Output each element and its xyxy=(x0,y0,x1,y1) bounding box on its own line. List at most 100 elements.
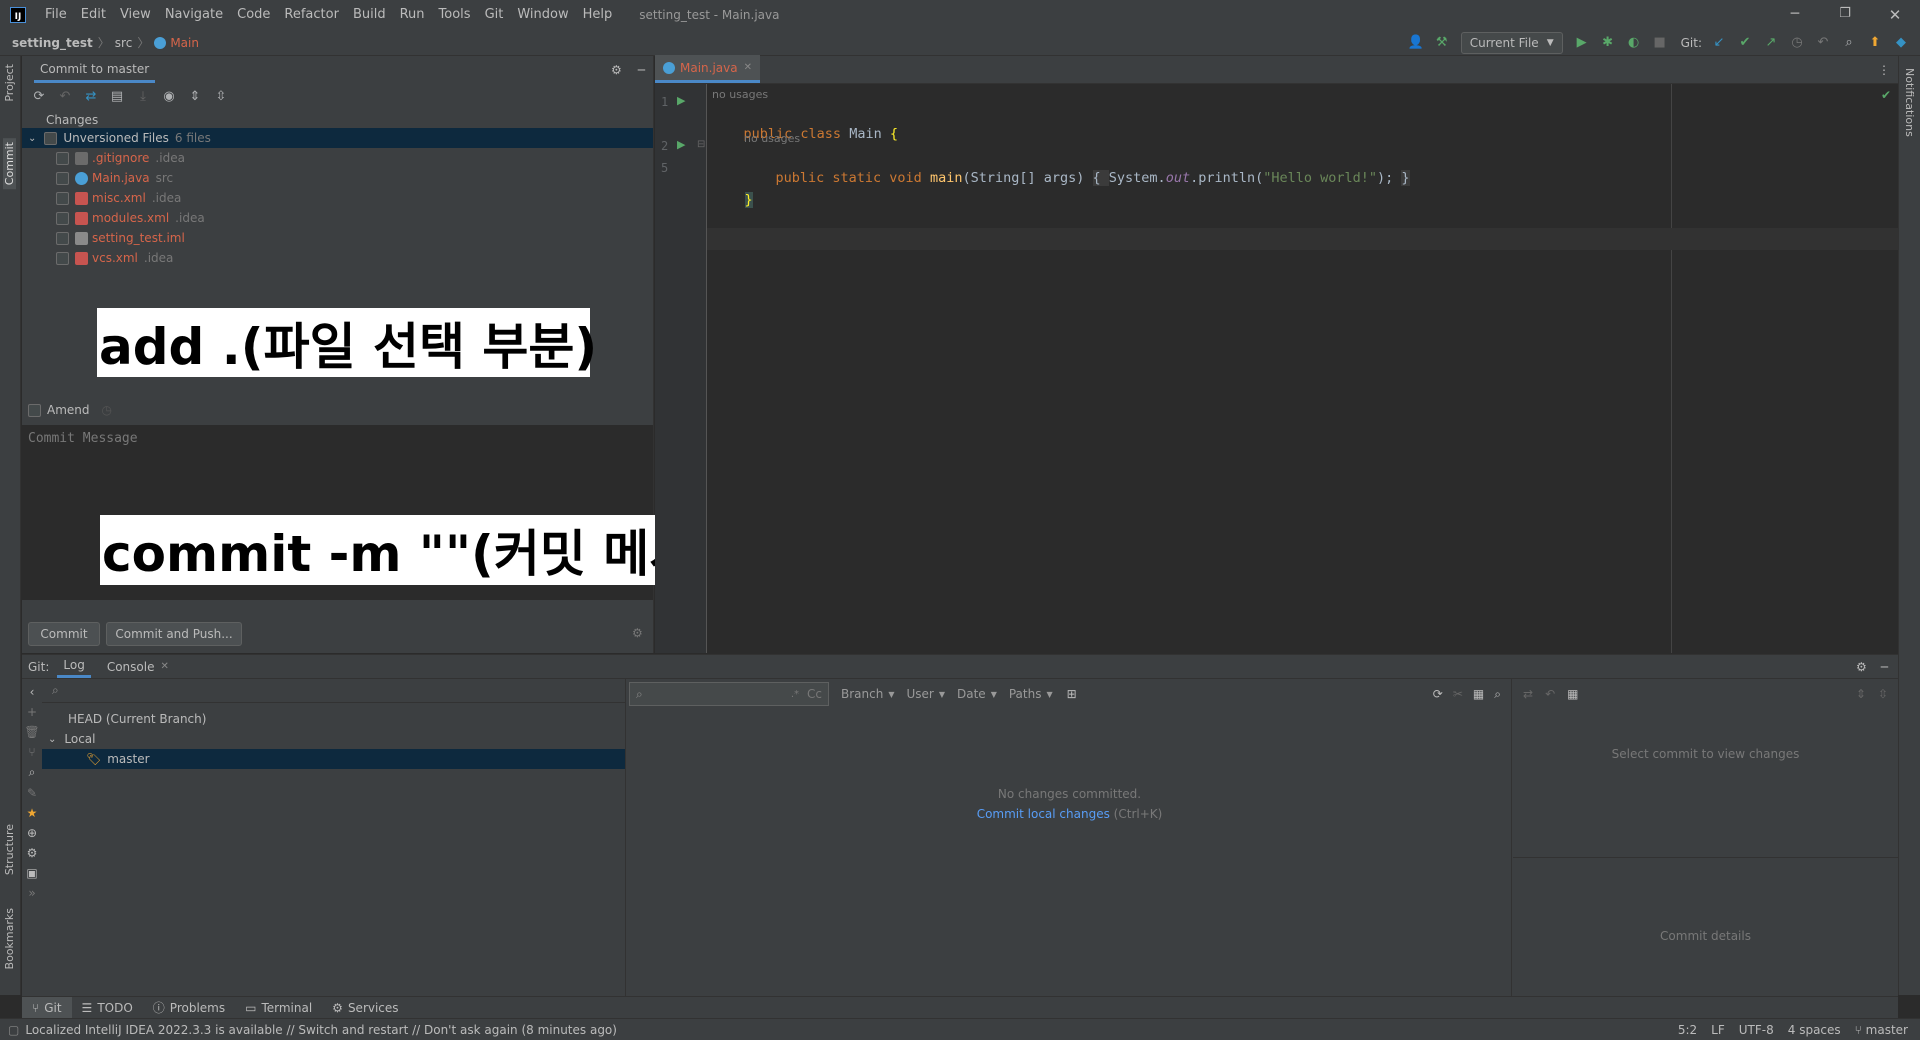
menu-window[interactable]: Window xyxy=(510,0,575,30)
menu-navigate[interactable]: Navigate xyxy=(158,0,230,30)
file-row[interactable]: setting_test.iml xyxy=(56,228,191,248)
clock-icon[interactable]: ◷ xyxy=(102,403,112,417)
collapse-all-icon[interactable]: ⇳ xyxy=(210,89,232,104)
branch-master[interactable]: 🏷 master xyxy=(42,749,625,769)
regex-icon[interactable]: .* xyxy=(791,689,799,700)
close-tab-icon[interactable]: ✕ xyxy=(744,62,752,73)
file-row[interactable]: Main.java src xyxy=(56,168,173,188)
tab-main-java[interactable]: Main.java ✕ xyxy=(655,55,760,83)
project-tool-button[interactable]: Project xyxy=(3,64,16,102)
line-separator[interactable]: LF xyxy=(1711,1023,1725,1037)
file-checkbox[interactable] xyxy=(56,211,69,225)
menu-build[interactable]: Build xyxy=(346,0,393,30)
bookmarks-tool-button[interactable]: Bookmarks xyxy=(3,908,16,969)
breadcrumb-file[interactable]: Main xyxy=(170,36,199,50)
code-line-3[interactable]: } xyxy=(712,176,753,224)
filter-paths[interactable]: Paths ▼ xyxy=(1009,687,1053,701)
menu-tools[interactable]: Tools xyxy=(432,0,478,30)
jetbrains-toolbox-icon[interactable]: ◆ xyxy=(1888,35,1914,50)
layout-icon[interactable]: ▦ xyxy=(1567,687,1578,701)
user-icon[interactable]: 👤 xyxy=(1403,35,1429,50)
expand-all-icon[interactable]: ⇕ xyxy=(1856,687,1866,701)
breadcrumb-project[interactable]: setting_test xyxy=(12,36,93,50)
breadcrumb-dir[interactable]: src xyxy=(115,36,133,50)
close-tab-icon[interactable]: ✕ xyxy=(160,661,168,672)
hammer-icon[interactable]: ⚒ xyxy=(1429,35,1455,50)
file-checkbox[interactable] xyxy=(56,191,69,205)
filter-branch[interactable]: Branch ▼ xyxy=(841,687,894,701)
hide-icon[interactable]: ─ xyxy=(638,63,645,77)
file-row[interactable]: .gitignore .idea xyxy=(56,148,185,168)
file-checkbox[interactable] xyxy=(56,251,69,265)
shelve-icon[interactable]: ▤ xyxy=(106,89,128,104)
more-icon[interactable]: » xyxy=(28,886,35,900)
layout-icon[interactable]: ▦ xyxy=(1473,687,1484,702)
collapse-all-icon[interactable]: ⇳ xyxy=(1878,687,1888,701)
merge-icon[interactable]: ⑂ xyxy=(28,745,35,759)
amend-label[interactable]: Amend xyxy=(47,403,90,417)
git-commit-icon[interactable]: ✔ xyxy=(1732,35,1758,50)
git-update-icon[interactable]: ↙ xyxy=(1706,35,1732,50)
menu-file[interactable]: File xyxy=(38,0,74,30)
menu-edit[interactable]: Edit xyxy=(74,0,113,30)
match-case-toggle[interactable]: Cc xyxy=(807,687,822,701)
amend-checkbox[interactable] xyxy=(28,403,41,417)
group-checkbox[interactable] xyxy=(44,131,58,145)
run-gutter-icon[interactable]: ▶ xyxy=(677,94,685,107)
file-encoding[interactable]: UTF-8 xyxy=(1739,1023,1774,1037)
code-hint[interactable]: no usages xyxy=(744,132,800,145)
rollback-icon[interactable]: ↶ xyxy=(1545,687,1555,701)
tool-window-git[interactable]: ⑂ Git xyxy=(22,996,72,1019)
inspection-ok-icon[interactable]: ✔ xyxy=(1881,88,1891,102)
search-icon[interactable]: ⌕ xyxy=(1836,35,1862,50)
cherry-pick-icon[interactable]: ✂ xyxy=(1453,687,1463,702)
filter-date[interactable]: Date ▼ xyxy=(957,687,997,701)
branch-local-group[interactable]: ⌄ Local xyxy=(48,729,96,749)
log-search-input[interactable]: ⌕ .* Cc xyxy=(629,682,829,706)
expand-all-icon[interactable]: ⇕ xyxy=(184,89,206,104)
menu-code[interactable]: Code xyxy=(230,0,277,30)
search-icon[interactable]: ⌕ xyxy=(29,765,36,780)
update-ide-icon[interactable]: ⬆ xyxy=(1862,35,1888,50)
commit-tool-button[interactable]: Commit xyxy=(3,138,16,190)
tab-console[interactable]: Console xyxy=(101,657,161,677)
tool-window-terminal[interactable]: ▭ Terminal xyxy=(235,997,322,1019)
coverage-icon[interactable]: ◐ xyxy=(1621,35,1647,50)
new-tab-icon[interactable]: ⊞ xyxy=(1067,687,1077,701)
gear-icon[interactable]: ⚙ xyxy=(1856,660,1867,674)
indent-setting[interactable]: 4 spaces xyxy=(1788,1023,1841,1037)
git-branch-widget[interactable]: ⑂ master xyxy=(1855,1023,1908,1037)
diff-icon[interactable]: ⇄ xyxy=(1523,687,1533,701)
file-checkbox[interactable] xyxy=(56,151,69,165)
settings-icon[interactable]: ⚙ xyxy=(632,626,643,640)
filter-user[interactable]: User ▼ xyxy=(906,687,945,701)
menu-view[interactable]: View xyxy=(113,0,158,30)
stop-icon[interactable]: ■ xyxy=(1647,35,1673,50)
menu-help[interactable]: Help xyxy=(576,0,620,30)
branch-head[interactable]: HEAD (Current Branch) xyxy=(68,709,206,729)
run-config-select[interactable]: Current File ▼ xyxy=(1460,31,1563,54)
code-hint[interactable]: no usages xyxy=(712,88,768,101)
menu-refactor[interactable]: Refactor xyxy=(277,0,346,30)
hide-icon[interactable]: ─ xyxy=(1881,660,1888,674)
file-row[interactable]: misc.xml .idea xyxy=(56,188,181,208)
run-icon[interactable]: ▶ xyxy=(1569,35,1595,50)
unversioned-files-group[interactable]: ⌄ Unversioned Files 6 files xyxy=(22,128,653,148)
notifications-tool-button[interactable]: Notifications xyxy=(1903,68,1916,137)
file-row[interactable]: modules.xml .idea xyxy=(56,208,205,228)
star-icon[interactable]: ★ xyxy=(27,806,38,820)
delete-icon[interactable]: 🗑 xyxy=(24,725,39,739)
restore-icon[interactable]: ❐ xyxy=(1820,6,1870,24)
more-icon[interactable]: ⋮ xyxy=(1878,63,1890,77)
commit-and-push-button[interactable]: Commit and Push... xyxy=(106,622,242,646)
gear-icon[interactable]: ⚙ xyxy=(611,63,622,77)
close-icon[interactable]: ✕ xyxy=(1870,6,1920,24)
debug-icon[interactable]: ✱ xyxy=(1595,35,1621,50)
file-checkbox[interactable] xyxy=(56,171,69,185)
diff-icon[interactable]: ⇄ xyxy=(80,89,102,104)
rollback-icon[interactable]: ↶ xyxy=(1810,35,1836,50)
tool-window-todo[interactable]: ☰ TODO xyxy=(72,997,143,1019)
fold-icon[interactable]: ⊟ xyxy=(697,139,705,150)
run-gutter-icon[interactable]: ▶ xyxy=(677,138,685,151)
file-checkbox[interactable] xyxy=(56,231,69,245)
